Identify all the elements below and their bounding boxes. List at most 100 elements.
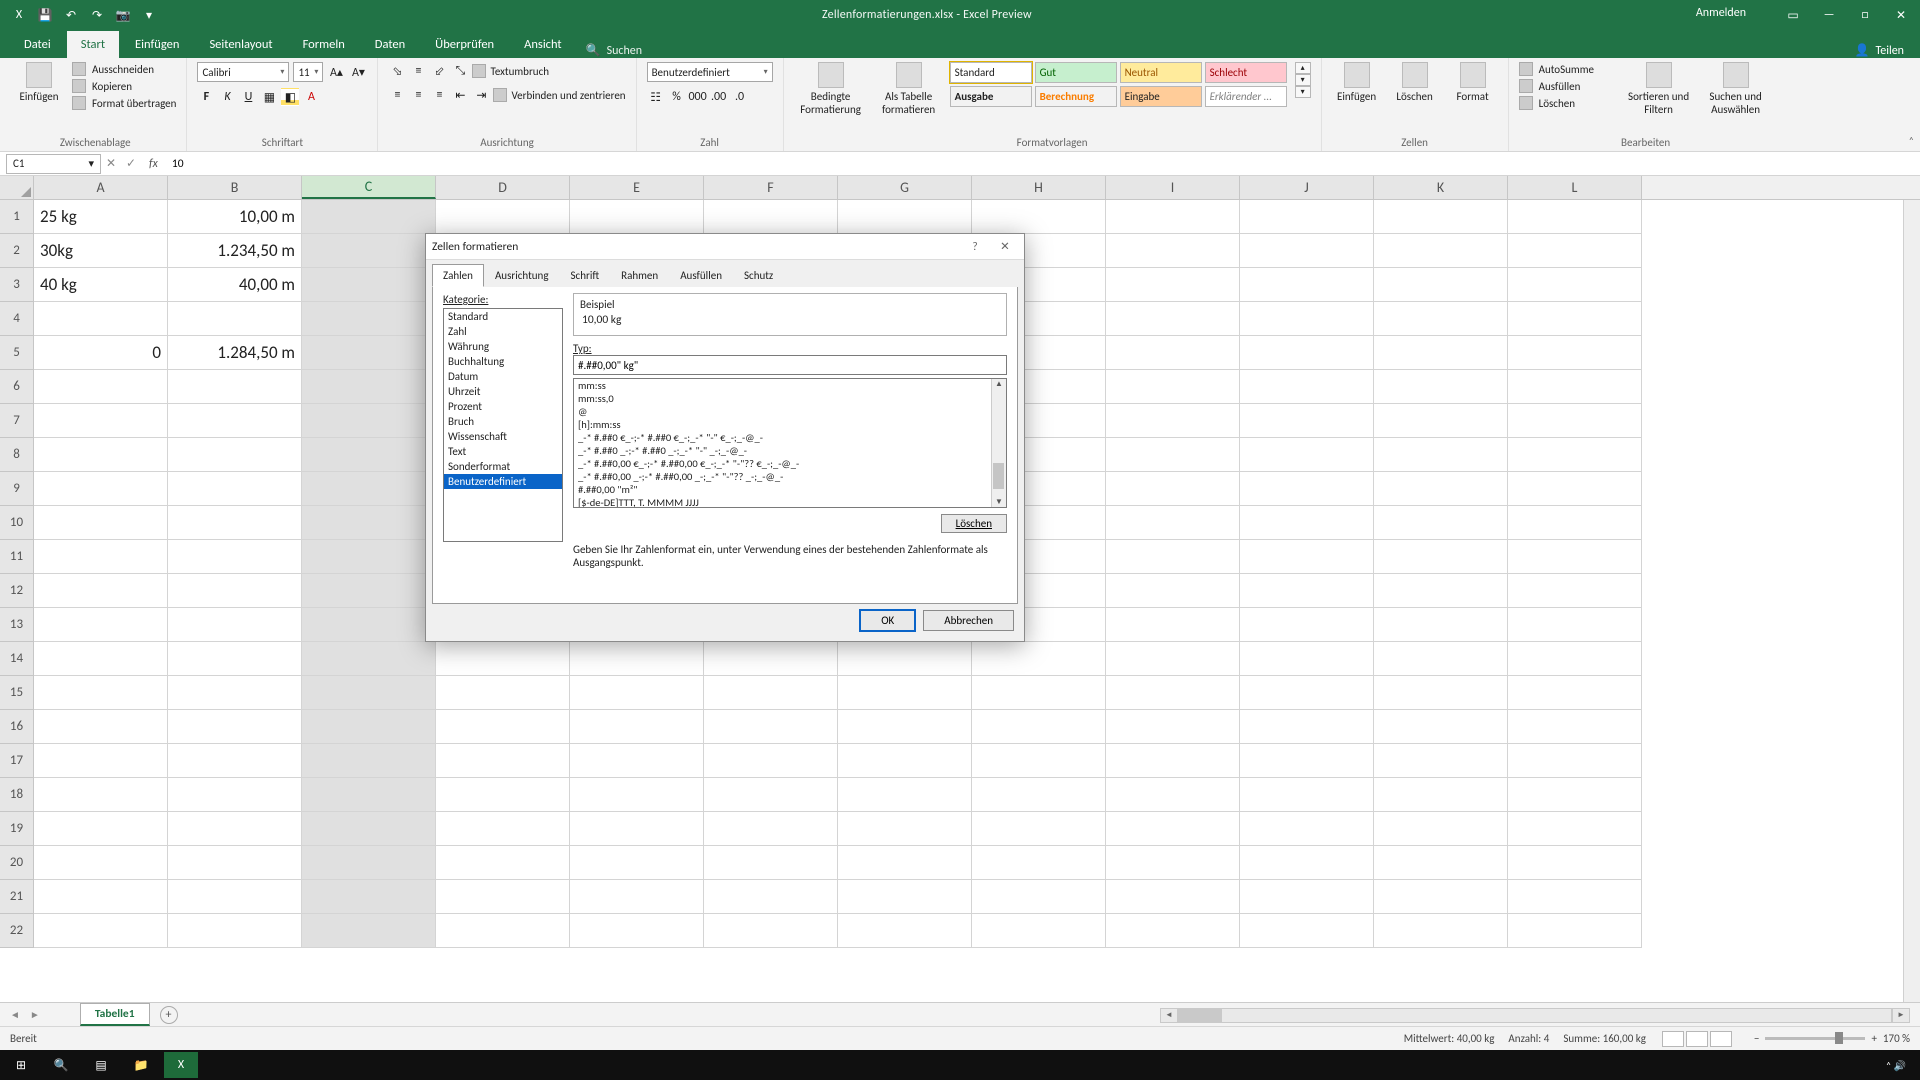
row-header[interactable]: 1 xyxy=(0,200,34,234)
worksheet-tab[interactable]: Tabelle1 xyxy=(80,1003,150,1026)
cell[interactable] xyxy=(34,812,168,846)
dialog-close-button[interactable]: ✕ xyxy=(992,237,1018,257)
cell[interactable] xyxy=(1508,880,1642,914)
cell[interactable] xyxy=(34,540,168,574)
format-cells-button[interactable]: Format xyxy=(1448,62,1498,103)
cell[interactable] xyxy=(302,574,436,608)
decrease-font-button[interactable]: A▾ xyxy=(349,63,367,81)
cell[interactable] xyxy=(302,608,436,642)
cell[interactable] xyxy=(1374,778,1508,812)
cell[interactable] xyxy=(34,404,168,438)
cell[interactable]: 30kg xyxy=(34,234,168,268)
cell[interactable] xyxy=(570,914,704,948)
cell[interactable] xyxy=(1508,234,1642,268)
cell[interactable] xyxy=(838,676,972,710)
cancel-button[interactable]: Abbrechen xyxy=(923,610,1014,631)
col-header-c[interactable]: C xyxy=(302,176,436,199)
cell[interactable] xyxy=(972,846,1106,880)
cell[interactable] xyxy=(704,642,838,676)
cell[interactable] xyxy=(34,710,168,744)
style-gut[interactable]: Gut xyxy=(1035,62,1117,83)
cell[interactable] xyxy=(972,914,1106,948)
italic-button[interactable]: K xyxy=(218,88,236,106)
dialog-titlebar[interactable]: Zellen formatieren ? ✕ xyxy=(426,234,1024,260)
dlg-tab-fill[interactable]: Ausfüllen xyxy=(669,264,733,287)
cell[interactable] xyxy=(34,846,168,880)
cell[interactable] xyxy=(436,710,570,744)
cell[interactable]: 0 xyxy=(34,336,168,370)
col-header-l[interactable]: L xyxy=(1508,176,1642,199)
col-header-j[interactable]: J xyxy=(1240,176,1374,199)
style-berechnung[interactable]: Berechnung xyxy=(1035,86,1117,107)
category-list[interactable]: StandardZahlWährungBuchhaltungDatumUhrze… xyxy=(443,308,563,542)
cell[interactable] xyxy=(1508,438,1642,472)
row-header[interactable]: 4 xyxy=(0,302,34,336)
cell[interactable] xyxy=(436,812,570,846)
col-header-d[interactable]: D xyxy=(436,176,570,199)
category-item[interactable]: Uhrzeit xyxy=(444,384,562,399)
cell[interactable] xyxy=(1508,710,1642,744)
style-neutral[interactable]: Neutral xyxy=(1120,62,1202,83)
cell[interactable] xyxy=(302,710,436,744)
cell[interactable] xyxy=(168,540,302,574)
format-list[interactable]: mm:ssmm:ss,0@[h]:mm:ss_-* #.##0 €_-;-* #… xyxy=(573,378,1007,508)
hscroll-right-icon[interactable]: ► xyxy=(1892,1008,1910,1023)
cell[interactable] xyxy=(1508,778,1642,812)
row-header[interactable]: 22 xyxy=(0,914,34,948)
cell[interactable] xyxy=(1106,574,1240,608)
qat-more-icon[interactable]: ▾ xyxy=(140,6,158,24)
merge-center-button[interactable]: Verbinden und zentrieren xyxy=(493,86,625,104)
col-header-f[interactable]: F xyxy=(704,176,838,199)
cell[interactable] xyxy=(168,846,302,880)
dlg-tab-alignment[interactable]: Ausrichtung xyxy=(484,264,560,287)
cell[interactable] xyxy=(704,710,838,744)
cell[interactable] xyxy=(570,812,704,846)
cell[interactable] xyxy=(1106,744,1240,778)
cell[interactable] xyxy=(34,472,168,506)
increase-indent-button[interactable]: ⇥ xyxy=(472,86,490,104)
taskbar-search-icon[interactable]: 🔍 xyxy=(44,1052,78,1078)
cell[interactable] xyxy=(1374,812,1508,846)
taskview-icon[interactable]: ▤ xyxy=(84,1052,118,1078)
cell[interactable] xyxy=(570,200,704,234)
col-header-a[interactable]: A xyxy=(34,176,168,199)
cell[interactable] xyxy=(34,676,168,710)
cell[interactable] xyxy=(972,642,1106,676)
align-left-button[interactable]: ≡ xyxy=(388,86,406,104)
cell[interactable] xyxy=(302,914,436,948)
cell[interactable] xyxy=(302,880,436,914)
cell[interactable] xyxy=(436,200,570,234)
cell[interactable] xyxy=(1508,914,1642,948)
cell[interactable] xyxy=(1240,914,1374,948)
cell[interactable]: 40,00 m xyxy=(168,268,302,302)
category-item[interactable]: Bruch xyxy=(444,414,562,429)
cell[interactable] xyxy=(302,676,436,710)
file-explorer-icon[interactable]: 📁 xyxy=(124,1052,158,1078)
tab-data[interactable]: Daten xyxy=(361,31,419,58)
sort-filter-button[interactable]: Sortieren und Filtern xyxy=(1627,62,1691,116)
category-item[interactable]: Text xyxy=(444,444,562,459)
increase-font-button[interactable]: A▴ xyxy=(327,63,345,81)
format-item[interactable]: [h]:mm:ss xyxy=(574,418,1006,431)
cell[interactable] xyxy=(1508,846,1642,880)
row-header[interactable]: 14 xyxy=(0,642,34,676)
cell[interactable] xyxy=(436,642,570,676)
decrease-indent-button[interactable]: ⇤ xyxy=(451,86,469,104)
format-list-scrollbar[interactable]: ▲ ▼ xyxy=(991,379,1006,507)
cell[interactable] xyxy=(570,880,704,914)
cell[interactable]: 1.234,50 m xyxy=(168,234,302,268)
format-item[interactable]: _-* #.##0,00 €_-;-* #.##0,00 €_-;_-* "-"… xyxy=(574,457,1006,470)
cell[interactable] xyxy=(1374,438,1508,472)
cell[interactable] xyxy=(168,404,302,438)
wrap-text-button[interactable]: Textumbruch xyxy=(472,62,549,80)
zoom-control[interactable]: − + 170 % xyxy=(1754,1032,1910,1045)
cell[interactable] xyxy=(1106,846,1240,880)
cell[interactable] xyxy=(1240,302,1374,336)
cell[interactable] xyxy=(1106,642,1240,676)
border-button[interactable]: ▦ xyxy=(260,88,278,106)
category-item[interactable]: Buchhaltung xyxy=(444,354,562,369)
col-header-g[interactable]: G xyxy=(838,176,972,199)
conditional-formatting-button[interactable]: Bedingte Formatierung xyxy=(794,62,868,116)
tab-review[interactable]: Überprüfen xyxy=(421,31,508,58)
cell[interactable] xyxy=(34,778,168,812)
